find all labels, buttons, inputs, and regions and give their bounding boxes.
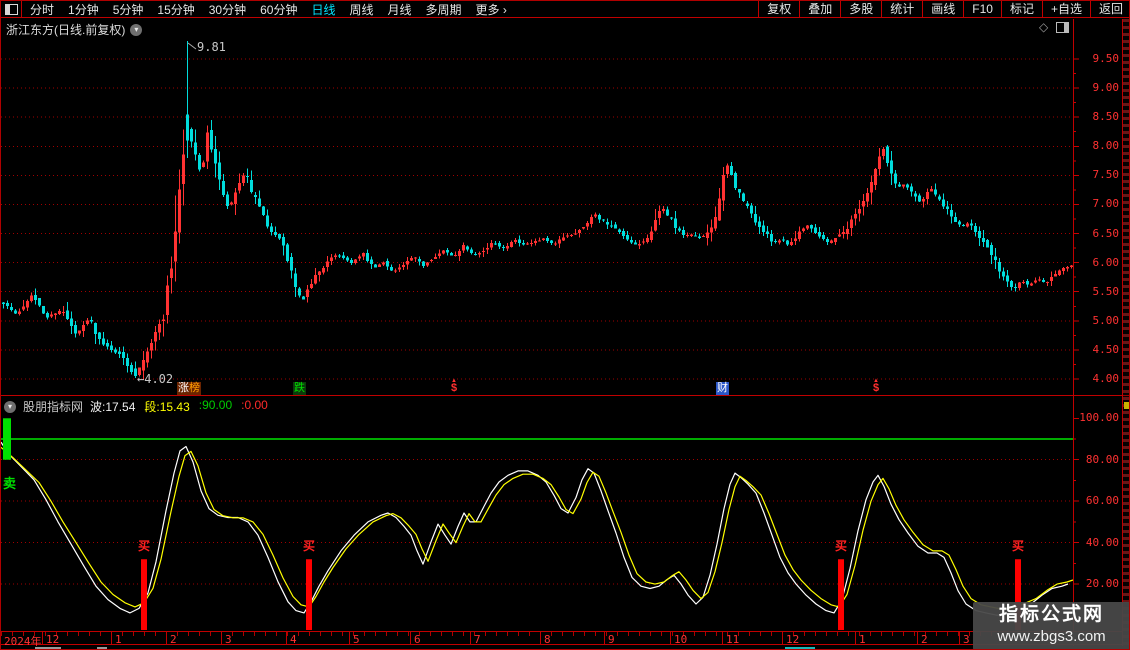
month-label: 1: [859, 633, 866, 646]
wave-line-bo: [1, 441, 1069, 616]
month-label: 2: [921, 633, 928, 646]
low-annotation: ←4.02: [137, 372, 174, 386]
price-axis-label: 5.00: [1092, 313, 1120, 327]
sell-label: 卖: [3, 476, 16, 491]
month-label: 4: [290, 633, 297, 646]
right-scroll-strip[interactable]: [1123, 19, 1129, 646]
month-label: 7: [474, 633, 481, 646]
indicator-axis-label: 20.00: [1085, 577, 1119, 591]
month-divider: [349, 632, 350, 644]
candlestick-series: [2, 40, 1073, 381]
month-divider: [670, 632, 671, 644]
month-label: 6: [414, 633, 421, 646]
time-axis-ticks: [1, 632, 1073, 636]
buy-label: 买: [835, 539, 847, 553]
indicator-value: 段:15.43: [144, 400, 190, 414]
indicator-value: :90.00: [198, 398, 233, 412]
indicator-values: 波:17.54 段:15.43 :90.00 :0.00: [90, 398, 268, 415]
bottom-status-slit: [1, 646, 1129, 649]
month-divider: [604, 632, 605, 644]
month-label: 12: [46, 633, 60, 646]
price-axis-label: 7.50: [1092, 168, 1120, 182]
month-label: 11: [726, 633, 740, 646]
segment-line-duan: [1, 446, 1074, 610]
trading-terminal-window: 分时 1分钟 5分钟 15分钟 30分钟 60分钟 日线 周线 月线 多周期 更多 › 复权 叠加 多股…: [0, 0, 1130, 650]
month-label: 12: [786, 633, 800, 646]
high-annotation: 9.81: [197, 40, 226, 54]
indicator-value: :0.00: [241, 398, 268, 412]
month-divider: [221, 632, 222, 644]
watermark-line1: 指标公式网: [998, 604, 1104, 625]
candle-gridlines: [1, 58, 1073, 380]
event-badge: 跌: [293, 382, 306, 395]
price-axis-label: 6.00: [1092, 255, 1120, 269]
event-badge: 财: [716, 382, 729, 395]
indicator-gridlines: [1, 459, 1073, 585]
price-axis-label: 4.00: [1092, 371, 1120, 385]
axis-border-left: [1073, 19, 1074, 646]
buy-signal-bar: [306, 559, 312, 630]
buy-signal-bar: [141, 559, 147, 630]
sell-signal-bar: [3, 418, 11, 460]
high-annotation-leader: [187, 42, 197, 50]
watermark-line2: www.zbgs3.com: [997, 628, 1106, 645]
month-label: 9: [608, 633, 615, 646]
panel-divider: [1, 395, 1129, 396]
month-divider: [855, 632, 856, 644]
buy-label: 买: [303, 539, 315, 553]
month-divider: [470, 632, 471, 644]
price-axis-label: 6.50: [1092, 226, 1120, 240]
month-label: 3: [225, 633, 232, 646]
indicator-axis-label: 80.00: [1085, 452, 1119, 466]
indicator-dropdown-icon[interactable]: ▾: [4, 400, 16, 413]
indicator-axis-label: 100.00: [1079, 411, 1119, 425]
month-divider: [917, 632, 918, 644]
price-axis-label: 9.00: [1092, 81, 1120, 95]
dollar-marker-icon: ▲ $: [450, 378, 458, 394]
indicator-value: 波:17.54: [90, 400, 136, 414]
chart-canvas[interactable]: 买 买 买 买 卖: [1, 1, 1130, 650]
price-axis-label: 9.50: [1092, 52, 1120, 65]
month-divider: [111, 632, 112, 644]
month-label: 3: [963, 633, 970, 646]
month-label: 8: [544, 633, 551, 646]
price-axis-label: 5.50: [1092, 284, 1120, 298]
price-axis-label: 7.00: [1092, 197, 1120, 211]
month-label: 1: [115, 633, 122, 646]
month-divider: [42, 632, 43, 644]
month-divider: [959, 632, 960, 644]
price-axis-label: 4.50: [1092, 342, 1120, 356]
month-label: 5: [353, 633, 360, 646]
strip-marker: [1124, 402, 1129, 409]
site-watermark: 指标公式网 www.zbgs3.com: [973, 602, 1129, 649]
indicator-header: ▾ 股朋指标网 波:17.54 段:15.43 :90.00 :0.00: [4, 398, 268, 415]
month-divider: [286, 632, 287, 644]
buy-signal-bar: [838, 559, 844, 630]
month-divider: [782, 632, 783, 644]
signal-markers: 买 买 买 买 卖: [3, 418, 1024, 630]
month-label: 10: [674, 633, 688, 646]
event-badge: 涨榜: [177, 382, 201, 395]
dollar-marker-icon: ▲ $: [872, 378, 880, 394]
indicator-axis-label: 40.00: [1085, 535, 1119, 549]
month-divider: [722, 632, 723, 644]
month-divider: [540, 632, 541, 644]
month-divider: [410, 632, 411, 644]
time-axis: 2024年 12 1 2 3 4 5 6 7 8 9 10 11 12 1 2 3: [1, 631, 1122, 648]
month-label: 2: [170, 633, 177, 646]
buy-label: 买: [138, 539, 150, 553]
price-axis-label: 8.50: [1092, 110, 1120, 124]
month-divider: [166, 632, 167, 644]
price-axis-label: 8.00: [1092, 139, 1120, 153]
indicator-name: 股朋指标网: [23, 400, 84, 414]
indicator-axis-label: 60.00: [1085, 494, 1119, 508]
buy-label: 买: [1012, 539, 1024, 553]
